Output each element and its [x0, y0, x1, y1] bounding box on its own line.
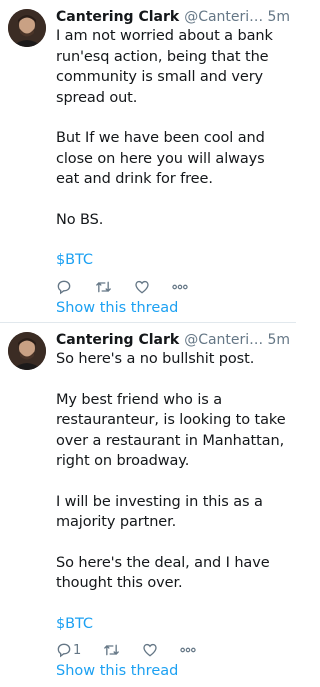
like-button[interactable] [142, 642, 158, 658]
author-handle[interactable]: @CanteringClark [184, 331, 267, 349]
like-button[interactable] [134, 279, 150, 295]
cashtag-link[interactable]: $BTC [56, 616, 93, 632]
avatar[interactable] [8, 9, 46, 47]
timestamp[interactable]: 5m [267, 8, 290, 26]
reply-count: 1 [73, 642, 82, 658]
author-name[interactable]: Cantering Clark [56, 331, 179, 349]
like-icon [142, 642, 158, 658]
more-button[interactable] [172, 283, 188, 291]
timestamp[interactable]: 5m [267, 331, 290, 349]
show-thread-link[interactable]: Show this thread [56, 299, 290, 317]
like-icon [134, 279, 150, 295]
avatar[interactable] [8, 332, 46, 370]
reply-icon [56, 279, 72, 295]
tweet-paragraph: I will be investing in this as a majorit… [56, 493, 263, 531]
author-name[interactable]: Cantering Clark [56, 8, 179, 26]
tweet[interactable]: Cantering Clark @CanteringClark 5m I am … [0, 0, 296, 322]
reply-button[interactable] [56, 279, 73, 295]
tweet-actions [56, 277, 290, 297]
reply-icon [56, 642, 72, 658]
retweet-button[interactable] [103, 642, 120, 658]
tweet-paragraph: My best friend who is a restauranteur, i… [56, 391, 286, 470]
tweet-paragraph: I am not worried about a bank run'esq ac… [56, 28, 273, 106]
show-thread-link[interactable]: Show this thread [56, 662, 290, 680]
more-button[interactable] [180, 646, 196, 654]
cashtag-link[interactable]: $BTC [56, 252, 93, 268]
reply-button[interactable]: 1 [56, 642, 81, 658]
tweet-paragraph: But If we have been cool and close on he… [56, 130, 265, 187]
tweet-paragraph: So here's a no bullshit post. [56, 351, 255, 367]
tweet-header: Cantering Clark @CanteringClark 5m [56, 8, 290, 26]
more-icon [172, 283, 188, 291]
tweet-paragraph: No BS. [56, 211, 104, 228]
retweet-icon [95, 279, 112, 295]
retweet-icon [103, 642, 120, 658]
tweet[interactable]: Cantering Clark @CanteringClark 5m So he… [0, 322, 296, 687]
tweet-paragraph: So here's the deal, and I have thought t… [56, 554, 270, 592]
more-icon [180, 646, 196, 654]
tweet-actions: 1 [56, 640, 290, 660]
tweet-header: Cantering Clark @CanteringClark 5m [56, 331, 290, 349]
tweet-text: So here's a no bullshit post. My best fr… [56, 349, 290, 634]
retweet-button[interactable] [95, 279, 112, 295]
author-handle[interactable]: @CanteringClark [184, 8, 267, 26]
tweet-text: I am not worried about a bank run'esq ac… [56, 26, 290, 271]
